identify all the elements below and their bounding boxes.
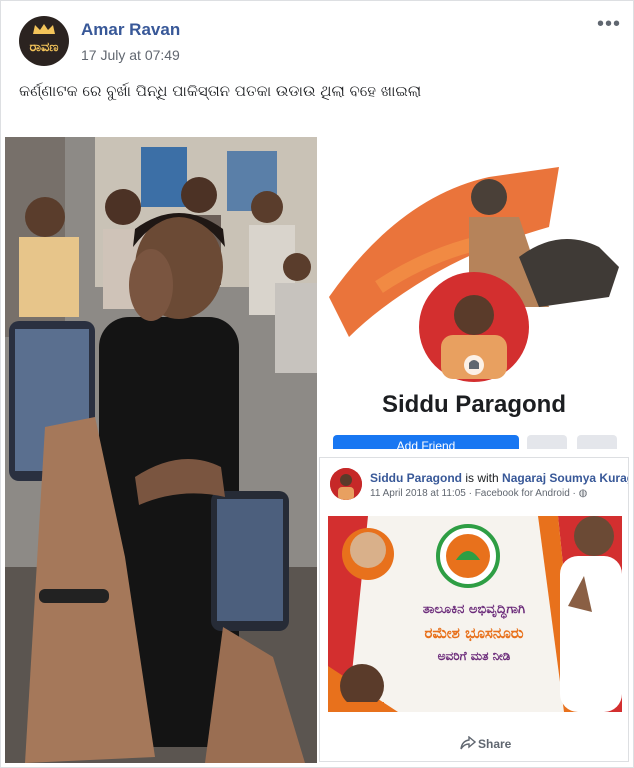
share-button[interactable]: Share [478, 737, 511, 751]
share-icon[interactable] [460, 736, 476, 750]
profile-name[interactable]: Siddu Paragond [319, 391, 629, 419]
banner-line-3: ಅವರಿಗೆ ಮತ ನೀಡಿ [437, 649, 511, 663]
shared-author-link[interactable]: Siddu Paragond [370, 471, 462, 485]
tagged-person-link[interactable]: Nagaraj Soumya Kurag [502, 471, 628, 485]
shared-post-meta: 11 April 2018 at 11:05 · Facebook for An… [370, 488, 588, 499]
shared-post-header: Siddu Paragond is with Nagaraj Soumya Ku… [370, 471, 628, 485]
author-avatar[interactable]: ರಾವಣ [19, 16, 69, 66]
more-profile-button[interactable] [577, 435, 617, 449]
post-timestamp[interactable]: 17 July at 07:49 [81, 47, 180, 63]
add-friend-button[interactable]: Add Friend [333, 435, 519, 449]
facebook-post: ರಾವಣ Amar Ravan 17 July at 07:49 ••• କର୍… [0, 0, 634, 768]
shared-author-avatar[interactable] [330, 468, 362, 500]
banner-line-1: ತಾಲೂಕಿನ ಅಭಿವೃದ್ಧಿಗಾಗಿ [422, 602, 526, 617]
message-button[interactable] [527, 435, 567, 449]
post-photo-crowd[interactable] [5, 137, 317, 763]
profile-card-screenshot[interactable]: Siddu Paragond Add Friend [319, 137, 629, 449]
author-name-link[interactable]: Amar Ravan [81, 20, 180, 40]
more-options-icon[interactable]: ••• [597, 13, 621, 36]
add-friend-label: Add Friend [396, 439, 456, 449]
crown-icon [33, 24, 55, 34]
with-text: is with [462, 471, 503, 485]
crowd-photo-illustration [5, 137, 317, 763]
shared-post-screenshot[interactable]: Siddu Paragond is with Nagaraj Soumya Ku… [319, 457, 629, 762]
post-caption: କର୍ଣ୍ଣାଟକ ରେ ବୁର୍ଖା ପିନ୍ଧି ପାକିସ୍ତାନ ପତକ… [19, 82, 422, 100]
election-banner[interactable]: ತಾಲೂಕಿನ ಅಭಿವೃದ್ಧಿಗಾಗಿ ರಮೇಶ ಭೂಸನೂರು ಅವರಿಗ… [328, 516, 622, 712]
shared-avatar-illustration [330, 468, 362, 500]
avatar-text: ರಾವಣ [29, 40, 59, 55]
banner-line-2: ರಮೇಶ ಭೂಸನೂರು [424, 624, 524, 642]
cover-illustration [319, 137, 629, 387]
